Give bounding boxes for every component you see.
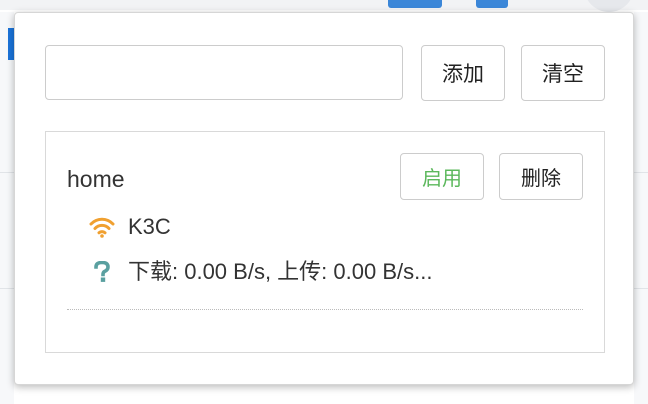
question-icon [89,259,115,285]
profile-card: home 启用 删除 K3C 下载: 0.00 B/s, 上传: 0.00 B/… [45,131,605,353]
clear-button[interactable]: 清空 [521,45,605,101]
separator [67,309,583,310]
ssid-row: K3C [89,212,171,242]
add-button[interactable]: 添加 [421,45,505,101]
enable-button[interactable]: 启用 [400,153,484,200]
background-divider [0,288,14,289]
background-badge [388,0,442,8]
background-divider [0,172,14,173]
background-left-edge [0,12,14,404]
wifi-icon [89,214,115,240]
background-right-edge [634,12,648,404]
profile-name: home [67,166,125,192]
profile-name-input[interactable] [45,45,403,100]
extension-popup: 添加 清空 home 启用 删除 K3C 下载: 0.00 B/s, 上传: 0… [14,12,634,385]
background-toolbar [0,0,648,10]
ssid-text: K3C [128,214,171,239]
background-badge [476,0,508,8]
speed-text: 下载: 0.00 B/s, 上传: 0.00 B/s... [128,259,433,284]
background-divider [634,172,648,173]
background-divider [634,288,648,289]
delete-button[interactable]: 删除 [499,153,583,200]
speed-row: 下载: 0.00 B/s, 上传: 0.00 B/s... [89,257,432,287]
